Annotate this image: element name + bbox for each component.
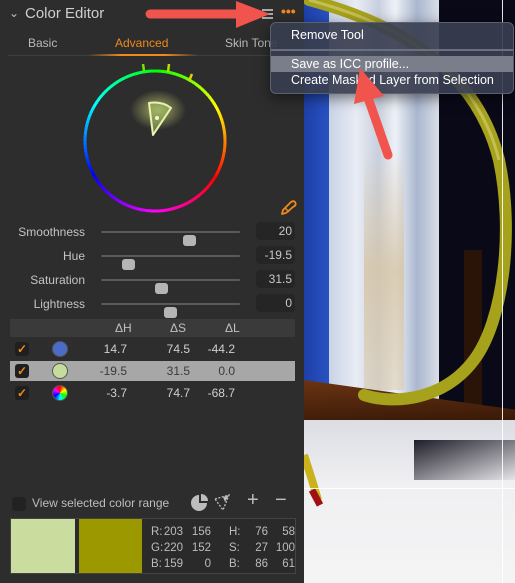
g-after: 152 xyxy=(191,542,211,554)
b-after: 0 xyxy=(204,558,211,570)
saturation-value-input[interactable]: 31.5 xyxy=(256,270,295,288)
h-after: 58 xyxy=(282,526,295,538)
cell-dh: 14.7 xyxy=(103,342,127,356)
slider-thumb[interactable] xyxy=(121,259,135,270)
color-swatch xyxy=(52,385,68,401)
row-checkbox[interactable]: ✓ xyxy=(15,342,29,356)
slider-label: Hue xyxy=(62,249,85,263)
slider-lightness: Lightness 0 xyxy=(0,294,304,318)
row-checkbox[interactable]: ✓ xyxy=(15,386,29,400)
column-header-ds: ΔS xyxy=(170,321,187,335)
menu-separator xyxy=(271,49,513,51)
cell-ds: 74.7 xyxy=(166,386,190,400)
column-header-dl: ΔL xyxy=(225,321,240,335)
cell-dh: -3.7 xyxy=(106,386,127,400)
slider-saturation: Saturation 31.5 xyxy=(0,270,304,294)
swatch-before xyxy=(11,519,75,573)
cell-dl: -44.2 xyxy=(207,342,235,356)
color-values: R: 203 156 H: 76 58 G: 220 152 S: 27 100 B: 159 0 B: 8… xyxy=(151,526,295,570)
slider-track[interactable] xyxy=(101,255,240,270)
tab-advanced[interactable]: Advanced xyxy=(115,36,168,50)
menu-item-create-masked-layer[interactable]: Create Masked Layer from Selection xyxy=(271,73,513,89)
hue-marker-1[interactable] xyxy=(141,63,146,72)
crop-guide-horizontal[interactable] xyxy=(304,488,515,489)
slider-label: Saturation xyxy=(30,273,85,287)
panel-title: Color Editor xyxy=(25,5,105,22)
hue-value-input[interactable]: -19.5 xyxy=(256,246,295,264)
cell-dh: -19.5 xyxy=(99,364,127,378)
color-ranges-table: ΔH ΔS ΔL ✓ 14.7 74.5 -44.2 ✓ -19.5 31.5 … xyxy=(10,319,295,403)
smoothness-value-input[interactable]: 20 xyxy=(256,222,295,240)
cell-ds: 31.5 xyxy=(166,364,190,378)
b-before: 159 xyxy=(163,558,183,570)
menu-item-remove-tool[interactable]: Remove Tool xyxy=(271,28,513,44)
slider-thumb[interactable] xyxy=(182,235,196,246)
slider-track[interactable] xyxy=(101,303,240,318)
slider-track[interactable] xyxy=(101,279,240,294)
eyedropper-icon[interactable] xyxy=(279,199,297,217)
h-before: 76 xyxy=(255,526,268,538)
color-wheel[interactable] xyxy=(60,55,250,215)
menu-item-save-icc-profile[interactable]: Save as ICC profile... xyxy=(271,56,513,72)
table-header: ΔH ΔS ΔL xyxy=(10,319,295,337)
slider-smoothness: Smoothness 20 xyxy=(0,222,304,246)
slider-thumb[interactable] xyxy=(155,283,169,294)
tab-bar: Basic Advanced Skin Tone xyxy=(8,33,298,56)
pie-picker-icon[interactable] xyxy=(190,494,208,512)
color-editor-panel: ⌄ Color Editor ••• Basic Advanced Skin T… xyxy=(0,0,304,583)
swatch-after xyxy=(79,519,142,573)
color-info-box: R: 203 156 H: 76 58 G: 220 152 S: 27 100 B: 159 0 B: 8… xyxy=(10,518,296,574)
table-row[interactable]: ✓ 14.7 74.5 -44.2 xyxy=(10,339,295,359)
r-before: 203 xyxy=(163,526,183,538)
brightness-before: 86 xyxy=(255,558,268,570)
selector-center[interactable] xyxy=(155,116,159,120)
add-range-button[interactable]: + xyxy=(247,489,259,512)
hue-marker-2[interactable] xyxy=(166,63,171,73)
range-select-icon[interactable] xyxy=(213,494,231,512)
slider-thumb[interactable] xyxy=(163,307,177,318)
list-icon[interactable] xyxy=(262,9,273,21)
brightness-after: 61 xyxy=(282,558,295,570)
slider-label: Smoothness xyxy=(18,225,85,239)
cell-dl: -68.7 xyxy=(207,386,235,400)
color-swatch xyxy=(52,363,68,379)
r-after: 156 xyxy=(191,526,211,538)
g-before: 220 xyxy=(163,542,183,554)
column-header-dh: ΔH xyxy=(115,321,132,335)
cell-dl: 0.0 xyxy=(218,364,235,378)
panel-header: ⌄ Color Editor ••• xyxy=(0,0,304,28)
chevron-down-icon[interactable]: ⌄ xyxy=(9,6,19,20)
tab-basic[interactable]: Basic xyxy=(28,36,57,50)
s-before: 27 xyxy=(255,542,268,554)
view-range-label: View selected color range xyxy=(32,496,170,510)
tool-options-menu: Remove Tool Save as ICC profile... Creat… xyxy=(270,22,514,94)
s-after: 100 xyxy=(275,542,295,554)
more-options-button[interactable]: ••• xyxy=(281,3,296,19)
remove-range-button[interactable]: − xyxy=(275,489,287,512)
row-checkbox[interactable]: ✓ xyxy=(15,364,29,378)
lightness-value-input[interactable]: 0 xyxy=(256,294,295,312)
slider-track[interactable] xyxy=(101,231,240,246)
slider-hue: Hue -19.5 xyxy=(0,246,304,270)
cell-ds: 74.5 xyxy=(166,342,190,356)
view-range-checkbox[interactable] xyxy=(12,497,26,511)
table-row-selected[interactable]: ✓ -19.5 31.5 0.0 xyxy=(10,361,295,381)
table-row[interactable]: ✓ -3.7 74.7 -68.7 xyxy=(10,383,295,403)
slider-label: Lightness xyxy=(33,297,85,311)
color-swatch xyxy=(52,341,68,357)
